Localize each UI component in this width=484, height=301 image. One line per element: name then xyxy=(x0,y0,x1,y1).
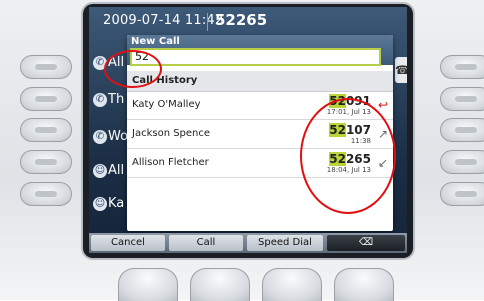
status-bar: 2009-07-14 11:42 52265 xyxy=(89,7,407,37)
number-rest: 091 xyxy=(345,94,371,108)
number-match: 52 xyxy=(329,152,346,166)
call-history-row[interactable]: Jackson Spence 52107 11:38 ↗ xyxy=(127,121,393,149)
session-button-2[interactable] xyxy=(440,87,484,111)
nav-button-1[interactable] xyxy=(118,268,178,301)
number-match: 52 xyxy=(329,123,346,137)
call-button[interactable]: Call xyxy=(169,235,243,251)
line-button-2[interactable] xyxy=(20,87,72,111)
contact-number: 52265 xyxy=(329,152,371,166)
line-label: Th xyxy=(108,92,125,107)
line-item-4[interactable]: ☺ All xyxy=(93,163,125,183)
speed-dial-button[interactable]: Speed Dial xyxy=(247,235,323,251)
nav-button-2[interactable] xyxy=(190,268,250,301)
softkey-bar: Cancel Call Speed Dial ⌫ xyxy=(89,233,407,253)
number-rest: 107 xyxy=(345,123,371,137)
line-label: All xyxy=(108,55,125,70)
line-label: All xyxy=(108,163,125,178)
line-label: Ka xyxy=(108,196,125,211)
line-list: ✆ All ✆ Th ✆ Wo ☺ All ☺ Ka xyxy=(89,45,129,225)
extension-number: 52265 xyxy=(215,11,268,29)
nav-button-3[interactable] xyxy=(262,268,322,301)
nav-button-4[interactable] xyxy=(334,268,394,301)
call-time: 18:04, Jul 13 xyxy=(326,166,371,174)
phone-icon: ✆ xyxy=(93,130,107,144)
line-item-2[interactable]: ✆ Th xyxy=(93,92,125,112)
line-button-5[interactable] xyxy=(20,182,72,206)
contact-name: Allison Fletcher xyxy=(132,157,209,168)
number-rest: 265 xyxy=(345,152,371,166)
number-match: 52 xyxy=(329,94,346,108)
contact-icon: ☺ xyxy=(93,164,107,178)
contact-number: 52091 xyxy=(329,94,371,108)
missed-call-icon: ↩ xyxy=(377,98,388,112)
contact-name: Katy O'Malley xyxy=(132,99,201,110)
status-divider xyxy=(207,13,208,31)
cancel-button[interactable]: Cancel xyxy=(91,235,165,251)
line-label: Wo xyxy=(108,129,129,144)
line-item-5[interactable]: ☺ Ka xyxy=(93,196,125,216)
line-item-1[interactable]: ✆ All xyxy=(93,55,125,75)
line-button-3[interactable] xyxy=(20,118,72,142)
end-call-icon[interactable]: ☎ xyxy=(395,57,407,83)
session-button-3[interactable] xyxy=(440,118,484,142)
call-time: 11:38 xyxy=(350,137,371,145)
line-item-3[interactable]: ✆ Wo xyxy=(93,129,129,149)
line-button-1[interactable] xyxy=(20,55,72,79)
date-time: 2009-07-14 11:42 xyxy=(103,13,224,28)
outgoing-call-icon: ↗ xyxy=(377,127,388,141)
call-history-title: Call History xyxy=(132,75,198,86)
contact-icon: ☺ xyxy=(93,197,107,211)
dialog-title: New Call xyxy=(131,36,180,47)
phone-icon: ✆ xyxy=(93,93,107,107)
call-history-row[interactable]: Allison Fletcher 52265 18:04, Jul 13 ↙ xyxy=(127,150,393,178)
call-history-row[interactable]: Katy O'Malley 52091 17:01, Jul 13 ↩ xyxy=(127,92,393,120)
dialog-header: New Call 52 xyxy=(127,35,393,66)
contact-number: 52107 xyxy=(329,123,371,137)
call-history-header: Call History xyxy=(127,71,393,92)
session-button-4[interactable] xyxy=(440,150,484,174)
phone-icon: ✆ xyxy=(93,56,107,70)
dial-input[interactable]: 52 xyxy=(130,48,381,66)
new-call-dialog: New Call 52 Call History Katy O'Malley 5… xyxy=(127,35,393,231)
contact-name: Jackson Spence xyxy=(132,128,211,139)
session-button-1[interactable] xyxy=(440,55,484,79)
call-time: 17:01, Jul 13 xyxy=(326,108,371,116)
backspace-button[interactable]: ⌫ xyxy=(327,235,405,251)
session-button-5[interactable] xyxy=(440,182,484,206)
incoming-call-icon: ↙ xyxy=(377,156,388,170)
phone-display: 2009-07-14 11:42 52265 ✆ All ✆ Th ✆ Wo ☺… xyxy=(89,7,407,253)
line-button-4[interactable] xyxy=(20,150,72,174)
